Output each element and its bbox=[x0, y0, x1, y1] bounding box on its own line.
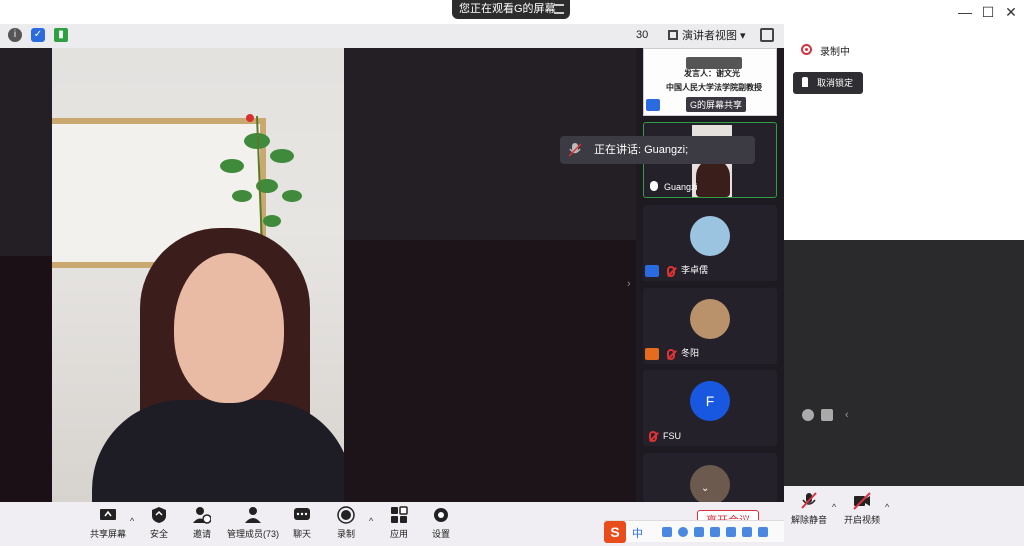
keyboard-icon[interactable] bbox=[710, 527, 720, 537]
viewing-banner[interactable]: 您正在观看G的屏幕 bbox=[452, 0, 570, 19]
stage-background-left bbox=[0, 256, 52, 502]
mic-muted-icon bbox=[801, 492, 817, 509]
mic-muted-icon bbox=[667, 266, 675, 277]
presenter-title: 中国人民大学法学院副教授 bbox=[666, 83, 762, 92]
active-speaker-video bbox=[52, 48, 344, 502]
fullscreen-icon[interactable] bbox=[760, 28, 774, 42]
participant-video-person bbox=[696, 159, 730, 197]
speaking-text: 正在讲话: Guangzi; bbox=[594, 144, 689, 156]
recording-label: 录制中 bbox=[820, 47, 850, 58]
user-icon bbox=[645, 265, 659, 277]
plant-image bbox=[220, 114, 302, 246]
right-panel-dark bbox=[784, 240, 1024, 486]
toolbox-icon[interactable] bbox=[726, 527, 736, 537]
chevron-up-icon[interactable]: ^ bbox=[885, 502, 889, 512]
settings-label: 设置 bbox=[431, 529, 450, 539]
mic-muted-icon bbox=[649, 431, 657, 442]
participant-tile[interactable]: 李卓儒 bbox=[643, 205, 777, 281]
settings-button[interactable]: 设置 bbox=[411, 506, 471, 542]
unmute-label: 解除静音 bbox=[790, 515, 827, 525]
more-icon[interactable] bbox=[758, 527, 768, 537]
unmute-button[interactable]: 解除静音 bbox=[779, 492, 839, 528]
unpin-button[interactable]: 取消锁定 bbox=[793, 72, 863, 94]
view-mode-dropdown[interactable]: 演讲者视图 ▾ bbox=[668, 27, 746, 45]
share-caption: G的屏幕共享 bbox=[686, 97, 747, 112]
menu-icon[interactable] bbox=[554, 4, 564, 14]
start-video-label: 开启视频 bbox=[843, 515, 880, 525]
gear-icon bbox=[434, 508, 448, 522]
avatar bbox=[690, 216, 730, 256]
mic-icon bbox=[650, 181, 658, 191]
person-body bbox=[92, 400, 344, 502]
participant-tile[interactable]: F FSU bbox=[643, 370, 777, 446]
record-icon bbox=[801, 44, 812, 55]
presenter-line: 发言人：谢文光 bbox=[684, 69, 740, 78]
emoji-icon[interactable] bbox=[802, 409, 814, 421]
participant-tile[interactable]: 冬阳 bbox=[643, 288, 777, 364]
host-badge-icon bbox=[646, 99, 660, 111]
record-button[interactable]: 录制 bbox=[316, 506, 376, 542]
apps-icon bbox=[391, 506, 408, 523]
stage-background bbox=[344, 240, 640, 502]
viewing-banner-text: 您正在观看G的屏幕 bbox=[459, 3, 556, 15]
share-screen-tile[interactable]: 发言人：谢文光 中国人民大学法学院副教授 G的屏幕共享 bbox=[643, 48, 777, 116]
participant-count: 30 bbox=[636, 29, 649, 41]
members-icon bbox=[245, 507, 261, 523]
shield-icon[interactable]: ✓ bbox=[31, 28, 45, 42]
collapse-gallery-icon[interactable]: › bbox=[627, 278, 631, 290]
mic-icon bbox=[569, 143, 581, 157]
speaking-indicator: 正在讲话: Guangzi; bbox=[560, 136, 755, 164]
avatar bbox=[690, 299, 730, 339]
emoji-icon[interactable] bbox=[678, 527, 688, 537]
mic-muted-icon bbox=[667, 349, 675, 360]
share-screen-icon bbox=[100, 509, 116, 520]
maximize-button[interactable]: ☐ bbox=[977, 2, 999, 22]
close-button[interactable]: ✕ bbox=[1000, 2, 1022, 22]
ime-language[interactable]: 中 bbox=[632, 525, 643, 541]
speaker-view-icon bbox=[668, 30, 678, 40]
signal-icon[interactable]: ▮ bbox=[54, 28, 68, 42]
minimize-button[interactable]: — bbox=[954, 2, 976, 22]
pin-icon bbox=[802, 77, 808, 87]
participant-name: FSU bbox=[663, 431, 681, 441]
chevron-down-icon[interactable]: ⌄ bbox=[701, 483, 709, 494]
record-icon bbox=[337, 506, 355, 524]
info-icon[interactable]: i bbox=[8, 28, 22, 42]
person-face bbox=[174, 253, 284, 403]
security-icon bbox=[152, 507, 166, 523]
avatar bbox=[690, 465, 730, 502]
add-user-icon bbox=[193, 507, 211, 524]
avatar-initial: F bbox=[690, 381, 730, 421]
video-off-icon bbox=[853, 492, 871, 510]
chat-bubble-icon[interactable] bbox=[821, 409, 833, 421]
ime-toolbar: S 中 bbox=[604, 520, 784, 543]
record-label: 录制 bbox=[336, 529, 355, 539]
voice-icon[interactable] bbox=[694, 527, 704, 537]
chat-icon bbox=[294, 508, 310, 520]
participant-name: Guangzi bbox=[664, 182, 698, 192]
skin-icon[interactable] bbox=[742, 527, 752, 537]
start-video-button[interactable]: 开启视频 bbox=[832, 492, 892, 528]
participant-name: 冬阳 bbox=[681, 348, 700, 358]
view-mode-label: 演讲者视图 bbox=[682, 30, 737, 42]
punctuation-icon[interactable] bbox=[662, 527, 672, 537]
participant-name: 李卓儒 bbox=[681, 265, 709, 275]
chevron-left-icon[interactable]: ‹ bbox=[845, 409, 849, 421]
unpin-label: 取消锁定 bbox=[817, 78, 854, 88]
participant-tile[interactable]: ⌄ bbox=[643, 453, 777, 502]
user-icon bbox=[645, 348, 659, 360]
sogou-icon[interactable]: S bbox=[604, 521, 626, 543]
